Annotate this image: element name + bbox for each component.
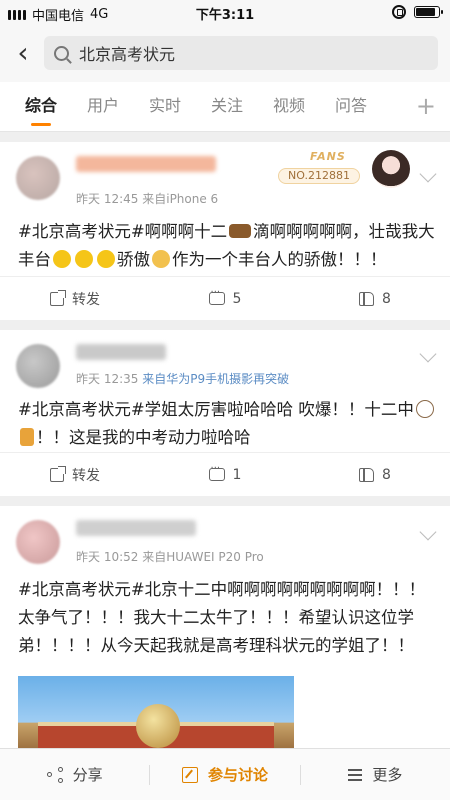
post-text-part: #北京高考状元#啊啊啊十二: [18, 222, 228, 241]
comment-button[interactable]: 5: [150, 277, 300, 320]
edit-icon: [181, 766, 198, 783]
avatar[interactable]: [16, 344, 60, 388]
back-button[interactable]: ‹: [6, 36, 40, 70]
search-tabs: 综合 用户 实时 关注 视频 问答 +: [0, 82, 450, 132]
discuss-button[interactable]: 参与讨论: [150, 749, 299, 800]
fans-label: FANS: [310, 150, 346, 163]
tab-video[interactable]: 视频: [268, 82, 310, 132]
comment-icon: [208, 287, 225, 305]
more-button[interactable]: 更多: [301, 749, 450, 800]
cat-emoji-icon: [152, 250, 170, 268]
tab-following[interactable]: 关注: [206, 82, 248, 132]
tab-qa[interactable]: 问答: [330, 82, 372, 132]
share-icon: [46, 766, 63, 783]
avatar[interactable]: [16, 156, 60, 200]
post-text: #北京高考状元#学姐太厉害啦哈哈哈 吹爆！！十二中 ！！这是我的中考动力啦哈哈: [18, 396, 436, 452]
post-actions: 转发 1 8: [0, 452, 450, 496]
post-text-part: 骄傲: [117, 250, 150, 269]
chevron-down-icon[interactable]: [419, 165, 437, 183]
chevron-down-icon[interactable]: [419, 523, 437, 541]
tab-users[interactable]: 用户: [82, 82, 124, 132]
username-blurred[interactable]: [76, 156, 216, 172]
status-bar: 中国电信 4G 下午3:11: [0, 0, 450, 26]
comment-button[interactable]: 1: [150, 453, 300, 496]
post-meta: 昨天 10:52 来自HUAWEI P20 Pro: [76, 548, 264, 565]
post-time: 昨天 12:35: [76, 372, 139, 386]
post-card[interactable]: 昨天 12:35 来自华为P9手机摄影再突破 #北京高考状元#学姐太厉害啦哈哈哈…: [0, 330, 450, 496]
search-input[interactable]: [79, 43, 409, 63]
share-label: 分享: [72, 766, 103, 784]
post-text-part: #北京高考状元#学姐太厉害啦哈哈哈 吹爆！！十二中: [18, 400, 414, 419]
like-count: 8: [382, 466, 391, 483]
rotation-lock-icon: [392, 5, 406, 19]
discuss-label: 参与讨论: [207, 766, 268, 784]
shocked-face-emoji-icon: [75, 250, 93, 268]
repost-button[interactable]: 转发: [0, 453, 150, 496]
fans-photo: [372, 150, 410, 188]
post-text: #北京高考状元#啊啊啊十二 滴啊啊啊啊啊，壮哉我大丰台 骄傲 作为一个丰台人的骄傲！！…: [18, 218, 436, 274]
post-card[interactable]: 昨天 12:45 来自iPhone 6 FANS NO.212881 #北京高考…: [0, 142, 450, 320]
post-time: 昨天 10:52: [76, 550, 139, 564]
post-source[interactable]: 来自HUAWEI P20 Pro: [142, 550, 264, 564]
add-tab-icon[interactable]: +: [416, 92, 436, 120]
cow-emoji-icon: [415, 400, 434, 418]
chevron-left-icon: ‹: [17, 36, 29, 69]
beer-emoji-icon: [20, 428, 34, 446]
bottom-bar: 分享 参与讨论 更多: [0, 748, 450, 800]
status-time: 下午3:11: [195, 8, 255, 23]
like-count: 8: [382, 290, 391, 307]
status-icons: [392, 5, 443, 19]
post-time: 昨天 12:45: [76, 192, 139, 206]
post-card[interactable]: 昨天 10:52 来自HUAWEI P20 Pro #北京高考状元#北京十二中啊…: [0, 506, 450, 748]
post-meta: 昨天 12:45 来自iPhone 6: [76, 190, 218, 207]
shocked-face-emoji-icon: [97, 250, 115, 268]
avatar[interactable]: [16, 520, 60, 564]
menu-icon: [348, 768, 363, 781]
battery-icon: [414, 6, 443, 18]
like-button[interactable]: 8: [300, 453, 450, 496]
image-sculpture: [136, 704, 180, 748]
comment-icon: [208, 463, 225, 481]
post-meta: 昨天 12:35 来自华为P9手机摄影再突破: [76, 370, 289, 387]
post-text-part: ！！这是我的中考动力啦哈哈: [36, 428, 251, 447]
fans-badge[interactable]: FANS NO.212881: [274, 150, 414, 190]
repost-label: 转发: [72, 467, 100, 484]
fans-number: NO.212881: [278, 168, 360, 184]
post-image[interactable]: [18, 676, 294, 748]
search-header: ‹: [0, 26, 450, 82]
shocked-face-emoji-icon: [53, 250, 71, 268]
tab-realtime[interactable]: 实时: [144, 82, 186, 132]
tab-comprehensive[interactable]: 综合: [20, 82, 62, 132]
post-actions: 转发 5 8: [0, 276, 450, 320]
repost-button[interactable]: 转发: [0, 277, 150, 320]
username-blurred[interactable]: [76, 520, 196, 536]
search-box[interactable]: [44, 36, 438, 70]
search-icon: [54, 45, 69, 61]
post-source[interactable]: 来自iPhone 6: [142, 192, 218, 206]
more-label: 更多: [372, 766, 403, 784]
repost-label: 转发: [72, 291, 100, 308]
thumbs-up-icon: [359, 467, 375, 482]
post-text-part: 作为一个丰台人的骄傲！！！: [172, 250, 387, 269]
share-button[interactable]: 分享: [0, 749, 149, 800]
comment-count: 1: [232, 466, 242, 483]
username-blurred[interactable]: [76, 344, 166, 360]
chevron-down-icon[interactable]: [419, 345, 437, 363]
repost-icon: [50, 465, 66, 482]
repost-icon: [50, 289, 66, 306]
post-text: #北京高考状元#北京十二中啊啊啊啊啊啊啊啊啊！！！太争气了！！！我大十二太牛了！…: [18, 580, 426, 655]
post-source[interactable]: 来自华为P9手机摄影再突破: [142, 372, 289, 386]
ox-emoji-icon: [229, 224, 252, 238]
thumbs-up-icon: [359, 291, 375, 306]
comment-count: 5: [232, 290, 242, 307]
like-button[interactable]: 8: [300, 277, 450, 320]
